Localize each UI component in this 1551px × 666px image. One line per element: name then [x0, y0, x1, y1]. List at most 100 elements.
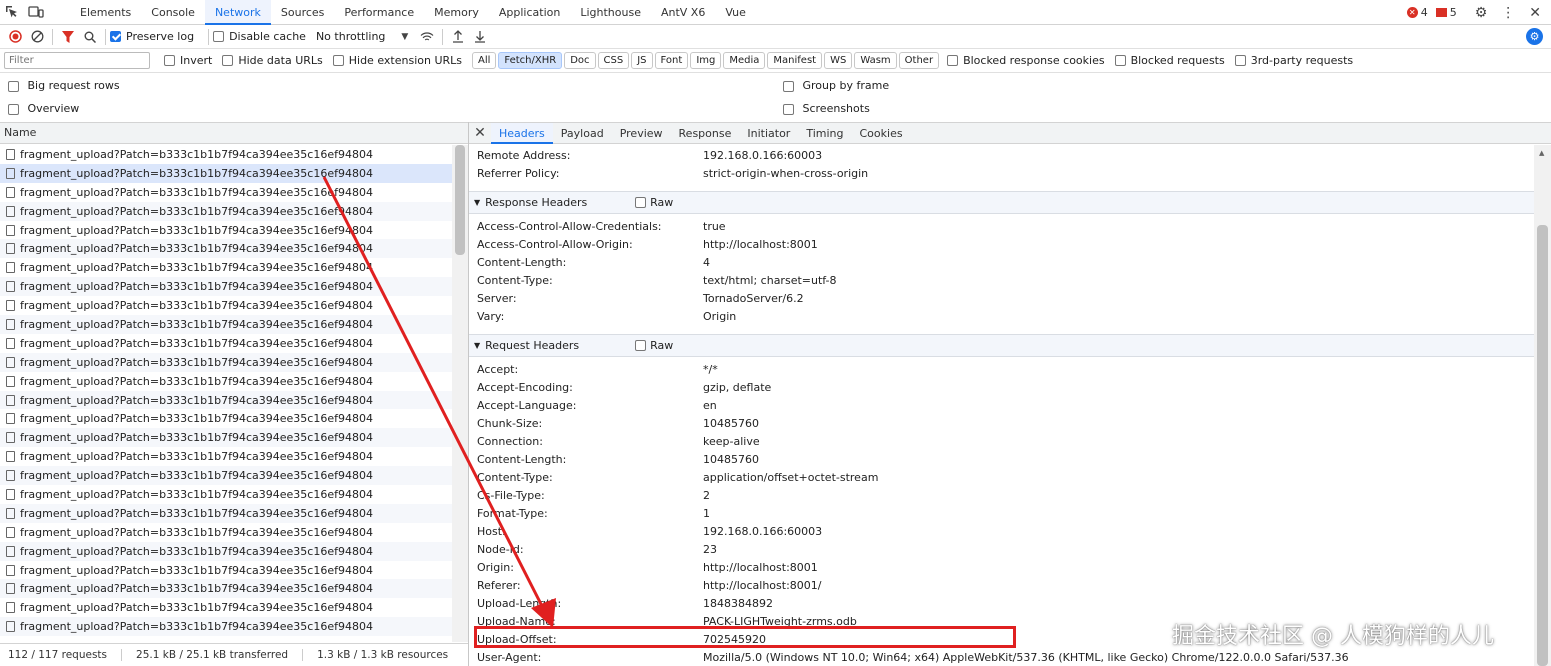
panel-tab-elements[interactable]: Elements: [70, 0, 141, 25]
disable-cache-checkbox[interactable]: [213, 31, 225, 42]
panel-tab-antv-x6[interactable]: AntV X6: [651, 0, 715, 25]
group-by-frame-checkbox[interactable]: [783, 80, 794, 92]
panel-tab-network[interactable]: Network: [204, 0, 271, 25]
detail-tab-preview[interactable]: Preview: [612, 123, 671, 144]
header-value: true: [703, 220, 726, 233]
request-row[interactable]: fragment_upload?Patch=b333c1b1b7f94ca394…: [0, 296, 452, 315]
panel-tab-performance[interactable]: Performance: [334, 0, 424, 25]
detail-tab-cookies[interactable]: Cookies: [852, 123, 911, 144]
collapse-triangle-icon[interactable]: ▼: [474, 341, 480, 350]
screenshots-checkbox[interactable]: [783, 103, 794, 115]
request-row[interactable]: fragment_upload?Patch=b333c1b1b7f94ca394…: [0, 409, 452, 428]
request-row[interactable]: fragment_upload?Patch=b333c1b1b7f94ca394…: [0, 163, 452, 183]
warning-badge[interactable]: 5: [1435, 6, 1457, 19]
inspect-element-icon[interactable]: [0, 0, 24, 24]
clear-icon[interactable]: [26, 26, 48, 48]
panel-tab-memory[interactable]: Memory: [424, 0, 489, 25]
detail-scrollbar[interactable]: ▲: [1534, 145, 1551, 666]
type-filter-media[interactable]: Media: [723, 52, 766, 69]
type-filter-doc[interactable]: Doc: [564, 52, 596, 69]
error-badge[interactable]: ✕ 4: [1406, 6, 1428, 19]
blocked-requests-checkbox[interactable]: [1114, 55, 1126, 66]
request-row[interactable]: fragment_upload?Patch=b333c1b1b7f94ca394…: [0, 447, 452, 466]
list-scrollbar[interactable]: [452, 145, 468, 642]
detail-tab-timing[interactable]: Timing: [798, 123, 851, 144]
scroll-up-icon[interactable]: ▲: [1539, 149, 1544, 157]
request-row[interactable]: fragment_upload?Patch=b333c1b1b7f94ca394…: [0, 428, 452, 448]
blocked-response-cookies-checkbox[interactable]: [947, 55, 959, 66]
type-filter-css[interactable]: CSS: [597, 52, 630, 69]
detail-tab-headers[interactable]: Headers: [491, 122, 553, 144]
list-scrollbar-thumb[interactable]: [455, 145, 465, 255]
type-filter-other[interactable]: Other: [898, 52, 940, 69]
request-row[interactable]: fragment_upload?Patch=b333c1b1b7f94ca394…: [0, 201, 452, 221]
record-stop-icon[interactable]: [4, 26, 26, 48]
gear-icon[interactable]: ⚙: [1475, 5, 1488, 21]
panel-tab-application[interactable]: Application: [489, 0, 570, 25]
request-row[interactable]: fragment_upload?Patch=b333c1b1b7f94ca394…: [0, 598, 452, 617]
response-headers-section[interactable]: ▼ Response Headers Raw: [469, 191, 1534, 214]
import-har-icon[interactable]: [447, 26, 469, 48]
request-row[interactable]: fragment_upload?Patch=b333c1b1b7f94ca394…: [0, 145, 452, 164]
request-row[interactable]: fragment_upload?Patch=b333c1b1b7f94ca394…: [0, 258, 452, 277]
panel-tab-sources[interactable]: Sources: [271, 0, 335, 25]
request-row[interactable]: fragment_upload?Patch=b333c1b1b7f94ca394…: [0, 390, 452, 410]
network-conditions-icon[interactable]: [416, 26, 438, 48]
request-row[interactable]: fragment_upload?Patch=b333c1b1b7f94ca394…: [0, 617, 452, 637]
type-filter-manifest[interactable]: Manifest: [767, 52, 823, 69]
request-row[interactable]: fragment_upload?Patch=b333c1b1b7f94ca394…: [0, 579, 452, 599]
hide-extension-urls-checkbox[interactable]: [332, 55, 344, 66]
request-row[interactable]: fragment_upload?Patch=b333c1b1b7f94ca394…: [0, 239, 452, 259]
device-toolbar-icon[interactable]: [24, 0, 48, 24]
name-column-header[interactable]: Name: [0, 122, 468, 144]
request-row[interactable]: fragment_upload?Patch=b333c1b1b7f94ca394…: [0, 352, 452, 372]
close-icon[interactable]: ✕: [1529, 5, 1541, 21]
type-filter-img[interactable]: Img: [690, 52, 722, 69]
preserve-log-checkbox[interactable]: [110, 31, 121, 42]
request-row[interactable]: fragment_upload?Patch=b333c1b1b7f94ca394…: [0, 503, 452, 523]
type-filter-font[interactable]: Font: [654, 52, 689, 69]
kebab-menu-icon[interactable]: ⋮: [1501, 5, 1515, 21]
detail-tab-payload[interactable]: Payload: [553, 123, 612, 144]
request-row[interactable]: fragment_upload?Patch=b333c1b1b7f94ca394…: [0, 372, 452, 391]
chevron-down-icon[interactable]: ▼: [401, 32, 408, 42]
throttling-select[interactable]: No throttling: [316, 30, 385, 43]
raw-checkbox[interactable]: [635, 340, 647, 351]
request-row[interactable]: fragment_upload?Patch=b333c1b1b7f94ca394…: [0, 561, 452, 580]
request-row[interactable]: fragment_upload?Patch=b333c1b1b7f94ca394…: [0, 221, 452, 240]
request-row[interactable]: fragment_upload?Patch=b333c1b1b7f94ca394…: [0, 485, 452, 504]
raw-checkbox[interactable]: [635, 197, 647, 208]
request-headers-section[interactable]: ▼ Request Headers Raw: [469, 334, 1534, 357]
request-row[interactable]: fragment_upload?Patch=b333c1b1b7f94ca394…: [0, 183, 452, 202]
panel-tab-console[interactable]: Console: [141, 0, 205, 25]
type-filter-all[interactable]: All: [472, 52, 497, 69]
request-row[interactable]: fragment_upload?Patch=b333c1b1b7f94ca394…: [0, 541, 452, 561]
detail-scrollbar-thumb[interactable]: [1537, 225, 1548, 666]
close-detail-icon[interactable]: ✕: [469, 125, 491, 141]
hide-data-urls-checkbox[interactable]: [222, 55, 234, 66]
type-filter-ws[interactable]: WS: [824, 52, 853, 69]
collapse-triangle-icon[interactable]: ▼: [474, 198, 480, 207]
panel-tab-vue[interactable]: Vue: [715, 0, 756, 25]
search-icon[interactable]: [79, 26, 101, 48]
overview-checkbox[interactable]: [8, 103, 19, 115]
invert-checkbox[interactable]: [164, 55, 175, 66]
header-name: Referrer Policy:: [477, 167, 560, 180]
request-row[interactable]: fragment_upload?Patch=b333c1b1b7f94ca394…: [0, 334, 452, 353]
type-filter-wasm[interactable]: Wasm: [854, 52, 897, 69]
request-row[interactable]: fragment_upload?Patch=b333c1b1b7f94ca394…: [0, 523, 452, 542]
filter-icon[interactable]: [57, 26, 79, 48]
detail-tab-initiator[interactable]: Initiator: [739, 123, 798, 144]
detail-tab-response[interactable]: Response: [671, 123, 740, 144]
network-settings-icon[interactable]: ⚙: [1526, 28, 1543, 45]
big-request-rows-checkbox[interactable]: [8, 80, 19, 92]
request-row[interactable]: fragment_upload?Patch=b333c1b1b7f94ca394…: [0, 277, 452, 297]
panel-tab-lighthouse[interactable]: Lighthouse: [570, 0, 651, 25]
request-row[interactable]: fragment_upload?Patch=b333c1b1b7f94ca394…: [0, 315, 452, 334]
request-row[interactable]: fragment_upload?Patch=b333c1b1b7f94ca394…: [0, 466, 452, 486]
filter-input[interactable]: [4, 52, 150, 69]
type-filter-fetch-xhr[interactable]: Fetch/XHR: [498, 52, 563, 69]
export-har-icon[interactable]: [469, 26, 491, 48]
type-filter-js[interactable]: JS: [631, 52, 653, 69]
third-party-requests-checkbox[interactable]: [1234, 55, 1246, 66]
